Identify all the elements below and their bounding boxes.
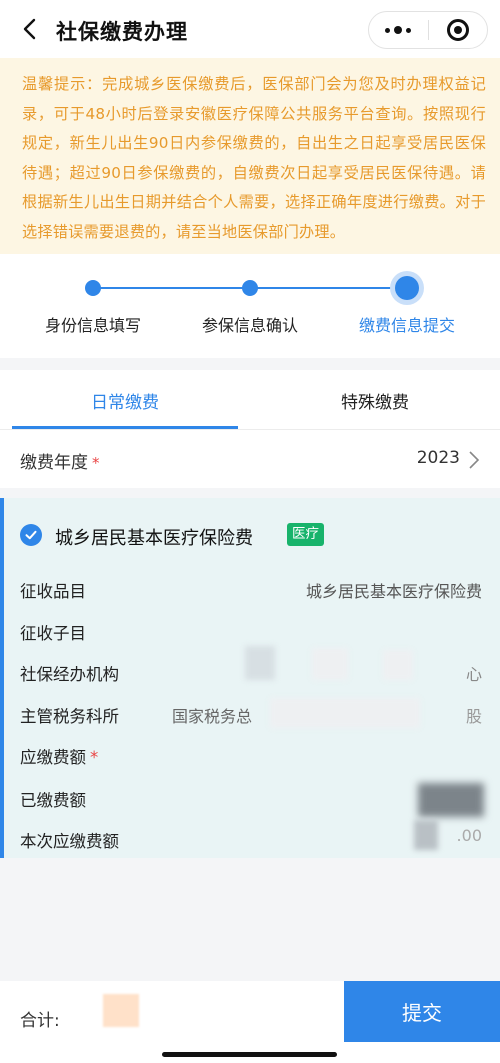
field-value-current-amount: .00 (456, 826, 482, 845)
tab-daily-payment[interactable]: 日常缴费 (0, 370, 250, 430)
check-circle-icon[interactable] (20, 524, 42, 546)
top-bar: 社保缴费办理 (0, 0, 500, 58)
payment-year-selector[interactable]: 缴费年度 * 2023 (0, 430, 500, 488)
more-dots-icon (385, 26, 412, 34)
field-label-collection-subitem: 征收子目 (20, 624, 86, 643)
redacted-block (383, 650, 413, 680)
payment-type-tabs: 日常缴费 特殊缴费 (0, 370, 500, 430)
medical-tag-badge: 医疗 (287, 523, 324, 546)
step-dot-2 (242, 280, 258, 296)
step-dot-1 (85, 280, 101, 296)
field-value-tax-office-end: 股 (465, 707, 482, 726)
field-value-collection-item: 城乡居民基本医疗保险费 (305, 582, 482, 601)
step-dot-3 (395, 276, 419, 300)
warm-tip-notice: 温馨提示：完成城乡医保缴费后，医保部门会为您及时办理权益记录，可于48小时后登录… (0, 58, 500, 254)
close-miniapp-button[interactable] (428, 12, 487, 48)
card-accent-bar (0, 498, 4, 858)
active-tab-indicator (12, 426, 238, 429)
required-mark: * (90, 748, 99, 767)
chevron-right-icon (469, 451, 480, 469)
target-close-icon (446, 19, 469, 41)
field-label-tax-office: 主管税务科所 (20, 707, 119, 726)
required-mark: * (92, 454, 100, 472)
payment-year-value: 2023 (416, 448, 460, 468)
home-indicator (162, 1052, 337, 1057)
redacted-block (414, 820, 438, 850)
field-label-social-agency: 社保经办机构 (20, 665, 119, 684)
redacted-block (245, 646, 275, 680)
field-value-tax-office: 国家税务总 (172, 707, 253, 726)
chevron-left-icon (23, 18, 36, 40)
step-label-payment: 缴费信息提交 (358, 316, 455, 335)
redacted-block (312, 648, 348, 680)
tab-special-payment[interactable]: 特殊缴费 (250, 370, 500, 430)
insurance-title: 城乡居民基本医疗保险费 (55, 528, 253, 549)
progress-steps: 身份信息填写 参保信息确认 缴费信息提交 (0, 254, 500, 358)
redacted-block (270, 698, 420, 728)
field-label-collection-item: 征收品目 (20, 582, 86, 601)
total-label: 合计: (20, 1011, 60, 1031)
page-title: 社保缴费办理 (56, 20, 188, 44)
field-label-current-amount: 本次应缴费额 (20, 832, 119, 851)
insurance-item-card[interactable]: 城乡居民基本医疗保险费 医疗 征收品目 城乡居民基本医疗保险费 征收子目 社保经… (0, 498, 500, 858)
miniapp-capsule (368, 11, 488, 49)
redacted-amount-block (418, 783, 484, 817)
payment-year-label: 缴费年度 * (20, 453, 100, 473)
field-value-social-agency: 心 (465, 665, 482, 684)
field-label-amount-paid: 已缴费额 (20, 791, 86, 810)
submit-button[interactable]: 提交 (344, 981, 500, 1042)
step-label-insurance: 参保信息确认 (201, 316, 298, 335)
field-label-amount-due: 应缴费额 * (20, 748, 99, 767)
notice-text: 温馨提示：完成城乡医保缴费后，医保部门会为您及时办理权益记录，可于48小时后登录… (22, 75, 486, 241)
bottom-action-bar: 合计: 提交 (0, 981, 500, 1063)
back-button[interactable] (12, 10, 48, 48)
redacted-total-amount (103, 994, 139, 1027)
step-label-identity: 身份信息填写 (44, 316, 141, 335)
more-button[interactable] (369, 12, 428, 48)
